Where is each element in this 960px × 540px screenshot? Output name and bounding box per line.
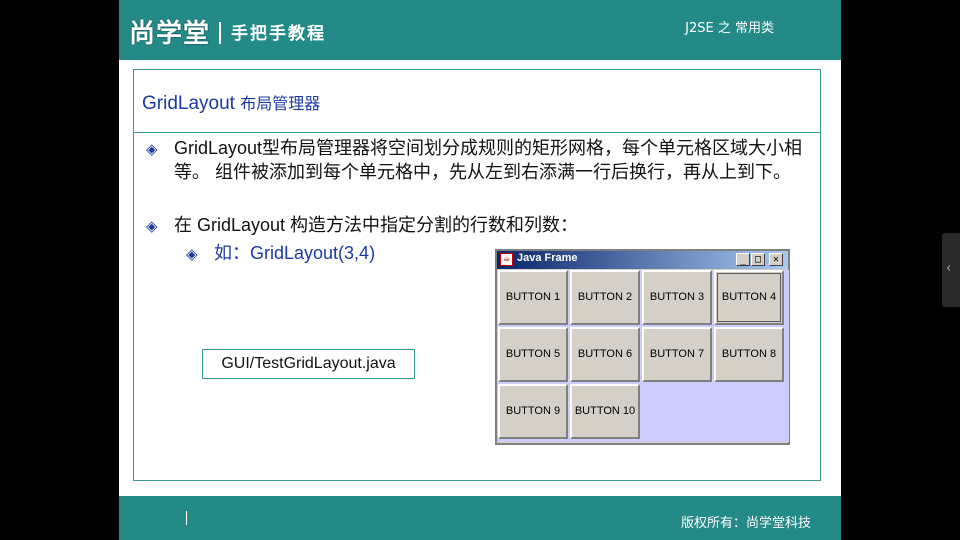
file-label: GUI/TestGridLayout.java — [202, 349, 415, 379]
minimize-button[interactable]: _ — [736, 253, 750, 266]
diamond-bullet-icon: ◈ — [146, 140, 158, 158]
grid-button-6[interactable]: BUTTON 6 — [570, 327, 640, 382]
maximize-button[interactable]: □ — [751, 253, 765, 266]
chevron-left-icon: ‹ — [946, 261, 952, 276]
logo-tagline: 手把手教程 — [231, 24, 326, 44]
close-button[interactable]: ✕ — [769, 253, 783, 266]
grid-button-1[interactable]: BUTTON 1 — [498, 270, 568, 325]
content-box: GridLayout 布局管理器 ◈ GridLayout型布局管理器将空间划分… — [133, 69, 821, 481]
grid-layout-panel: BUTTON 1 BUTTON 2 BUTTON 3 BUTTON 4 BUTT… — [498, 270, 789, 442]
course-tag: J2SE 之 常用类 — [685, 21, 774, 36]
page-title: GridLayout 布局管理器 — [142, 90, 320, 115]
java-frame-title: Java Frame — [517, 252, 578, 264]
grid-button-10[interactable]: BUTTON 10 — [570, 384, 640, 439]
grid-button-2[interactable]: BUTTON 2 — [570, 270, 640, 325]
java-frame-titlebar[interactable]: ☕ Java Frame _ □ ✕ — [497, 251, 788, 269]
java-cup-icon: ☕ — [500, 253, 513, 266]
slide-header: 尚学堂 手把手教程 J2SE 之 常用类 — [119, 0, 841, 60]
diamond-bullet-icon: ◈ — [146, 217, 158, 235]
grid-button-3[interactable]: BUTTON 3 — [642, 270, 712, 325]
title-row: GridLayout 布局管理器 — [134, 70, 820, 133]
bullet-text-1: GridLayout型布局管理器将空间划分成规则的矩形网格，每个单元格区域大小相… — [174, 138, 803, 182]
copyright-text: 版权所有：尚学堂科技 — [680, 516, 811, 531]
slide: 尚学堂 手把手教程 J2SE 之 常用类 GridLayout 布局管理器 ◈ … — [119, 0, 841, 540]
java-frame-window: ☕ Java Frame _ □ ✕ BUTTON 1 BUTTON 2 BUT… — [495, 249, 790, 445]
page-title-cn: 布局管理器 — [240, 94, 321, 113]
diamond-bullet-icon: ◈ — [186, 245, 198, 263]
grid-button-7[interactable]: BUTTON 7 — [642, 327, 712, 382]
grid-button-4[interactable]: BUTTON 4 — [714, 270, 784, 325]
slide-footer: 版权所有：尚学堂科技 — [119, 496, 841, 540]
grid-button-9[interactable]: BUTTON 9 — [498, 384, 568, 439]
logo: 尚学堂 — [129, 19, 211, 49]
bullet-text-2: 在 GridLayout 构造方法中指定分割的行数和列数： — [174, 215, 579, 235]
logo-divider — [219, 22, 221, 44]
grid-button-5[interactable]: BUTTON 5 — [498, 327, 568, 382]
sub-bullet-text: 如：GridLayout(3,4) — [214, 243, 376, 263]
grid-button-8[interactable]: BUTTON 8 — [714, 327, 784, 382]
page-title-en: GridLayout — [142, 93, 235, 114]
side-panel-tab[interactable]: ‹ — [942, 233, 960, 307]
footer-divider — [186, 511, 187, 525]
